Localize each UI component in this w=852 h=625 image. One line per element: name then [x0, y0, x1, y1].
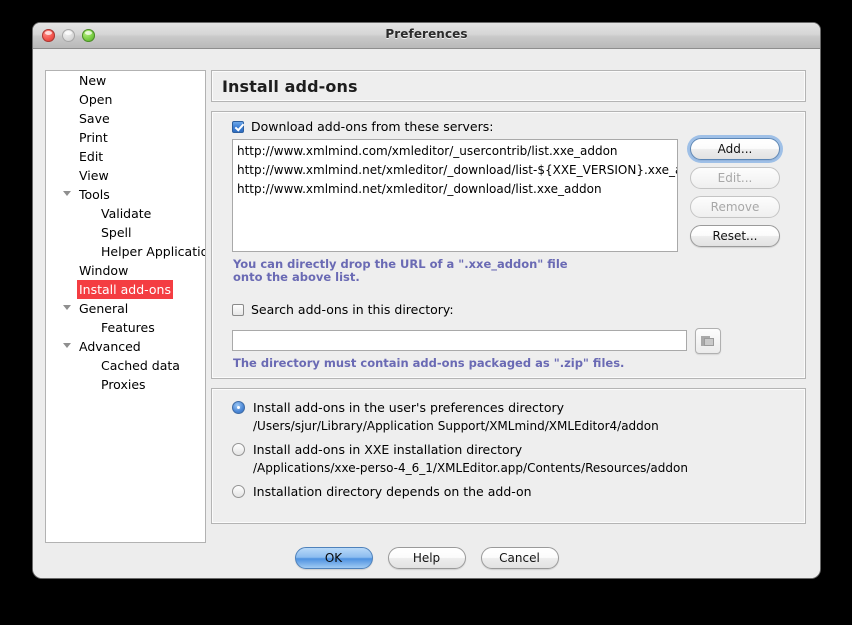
disclosure-triangle-icon[interactable] — [63, 343, 71, 348]
sidebar-item-view[interactable]: View — [46, 166, 205, 185]
sidebar-item-label: Advanced — [79, 339, 141, 354]
sidebar-item-validate[interactable]: Validate — [46, 204, 205, 223]
sidebar-item-label: Helper Applications — [101, 244, 205, 259]
window-body: New Open Save Print Edit View Tools Validate Spe… — [33, 49, 820, 578]
sidebar-item-label: Cached data — [101, 358, 180, 373]
sidebar-item-edit[interactable]: Edit — [46, 147, 205, 166]
server-url-item[interactable]: http://www.xmlmind.net/xmleditor/_downlo… — [233, 161, 677, 180]
sidebar-item-label: General — [79, 301, 129, 316]
sidebar-item-label: Open — [79, 92, 113, 107]
page-title: Install add-ons — [222, 76, 358, 96]
sidebar-item-save[interactable]: Save — [46, 109, 205, 128]
sidebar-item-label: View — [79, 168, 109, 183]
sidebar-item-spell[interactable]: Spell — [46, 223, 205, 242]
dialog-footer-buttons: OK Help Cancel — [33, 547, 820, 569]
radio-indicator — [232, 443, 245, 456]
help-button[interactable]: Help — [387, 547, 466, 569]
sidebar-item-new[interactable]: New — [46, 71, 205, 90]
page-header-panel: Install add-ons — [211, 70, 806, 102]
download-addons-label: Download add-ons from these servers: — [251, 119, 494, 134]
window-titlebar: Preferences — [33, 23, 820, 49]
radio-indicator — [232, 401, 245, 414]
disclosure-triangle-icon[interactable] — [63, 305, 71, 310]
checkbox-indicator — [232, 303, 244, 316]
sidebar-item-features[interactable]: Features — [46, 318, 205, 337]
sidebar-item-print[interactable]: Print — [46, 128, 205, 147]
sidebar-item-label: Features — [101, 320, 155, 335]
sidebar-item-advanced[interactable]: Advanced — [46, 337, 205, 356]
remove-button: Remove — [690, 196, 780, 218]
install-location-option-2[interactable]: Install add-ons in XXE installation dire… — [232, 442, 522, 457]
reset-button[interactable]: Reset... — [690, 225, 780, 247]
folder-icon — [701, 336, 714, 346]
server-url-item[interactable]: http://www.xmlmind.com/xmleditor/_userco… — [233, 142, 677, 161]
drop-url-hint: You can directly drop the URL of a ".xxe… — [233, 257, 568, 284]
sidebar-item-label: Tools — [79, 187, 110, 202]
sidebar-item-label: Edit — [79, 149, 104, 164]
sidebar-item-open[interactable]: Open — [46, 90, 205, 109]
sidebar-item-label: Window — [79, 263, 129, 278]
add-button[interactable]: Add... — [690, 138, 780, 160]
window-title: Preferences — [385, 27, 468, 41]
edit-button: Edit... — [690, 167, 780, 189]
install-location-label: Installation directory depends on the ad… — [253, 484, 532, 499]
directory-input[interactable] — [232, 330, 687, 351]
sidebar-item-proxies[interactable]: Proxies — [46, 375, 205, 394]
install-location-path: /Users/sjur/Library/Application Support/… — [253, 419, 659, 433]
sidebar-item-window[interactable]: Window — [46, 261, 205, 280]
install-location-path: /Applications/xxe-perso-4_6_1/XMLEditor.… — [253, 461, 688, 475]
search-directory-label: Search add-ons in this directory: — [251, 302, 454, 317]
install-location-label: Install add-ons in XXE installation dire… — [253, 442, 523, 457]
search-directory-checkbox[interactable]: Search add-ons in this directory: — [232, 302, 454, 317]
sidebar-item-tools[interactable]: Tools — [46, 185, 205, 204]
sidebar-item-cached-data[interactable]: Cached data — [46, 356, 205, 375]
disclosure-triangle-icon[interactable] — [63, 191, 71, 196]
install-location-option-1[interactable]: Install add-ons in the user's preference… — [232, 400, 564, 415]
sidebar-item-helper-applications[interactable]: Helper Applications — [46, 242, 205, 261]
ok-button[interactable]: OK — [294, 547, 373, 569]
server-url-item[interactable]: http://www.xmlmind.net/xmleditor/_downlo… — [233, 180, 677, 199]
install-location-option-3[interactable]: Installation directory depends on the ad… — [232, 484, 532, 499]
download-addons-checkbox[interactable]: Download add-ons from these servers: — [232, 119, 493, 134]
sidebar-item-label: Install add-ons — [77, 280, 173, 299]
install-location-group: Install add-ons in the user's preference… — [211, 388, 806, 524]
preferences-content-pane: Install add-ons Download add-ons from th… — [211, 70, 806, 524]
server-url-list[interactable]: http://www.xmlmind.com/xmleditor/_userco… — [232, 139, 678, 252]
sidebar-item-general[interactable]: General — [46, 299, 205, 318]
sidebar-item-label: Spell — [101, 225, 132, 240]
preferences-category-tree[interactable]: New Open Save Print Edit View Tools Validate Spe… — [45, 70, 206, 543]
sidebar-item-label: New — [79, 73, 107, 88]
list-action-buttons: Add... Edit... Remove Reset... — [690, 138, 780, 254]
sidebar-item-install-add-ons[interactable]: Install add-ons — [46, 280, 205, 299]
sidebar-item-label: Proxies — [101, 377, 146, 392]
sidebar-item-label: Print — [79, 130, 108, 145]
sidebar-item-label: Validate — [101, 206, 152, 221]
checkbox-indicator — [232, 120, 244, 133]
download-servers-group: Download add-ons from these servers: htt… — [211, 111, 806, 379]
preferences-window: Preferences New Open Save Print Edit View Tool… — [33, 23, 820, 578]
sidebar-item-label: Save — [79, 111, 110, 126]
install-location-label: Install add-ons in the user's preference… — [253, 400, 564, 415]
radio-indicator — [232, 485, 245, 498]
cancel-button[interactable]: Cancel — [480, 547, 559, 569]
zip-packaging-hint: The directory must contain add-ons packa… — [233, 356, 625, 370]
browse-directory-button[interactable] — [695, 328, 721, 354]
